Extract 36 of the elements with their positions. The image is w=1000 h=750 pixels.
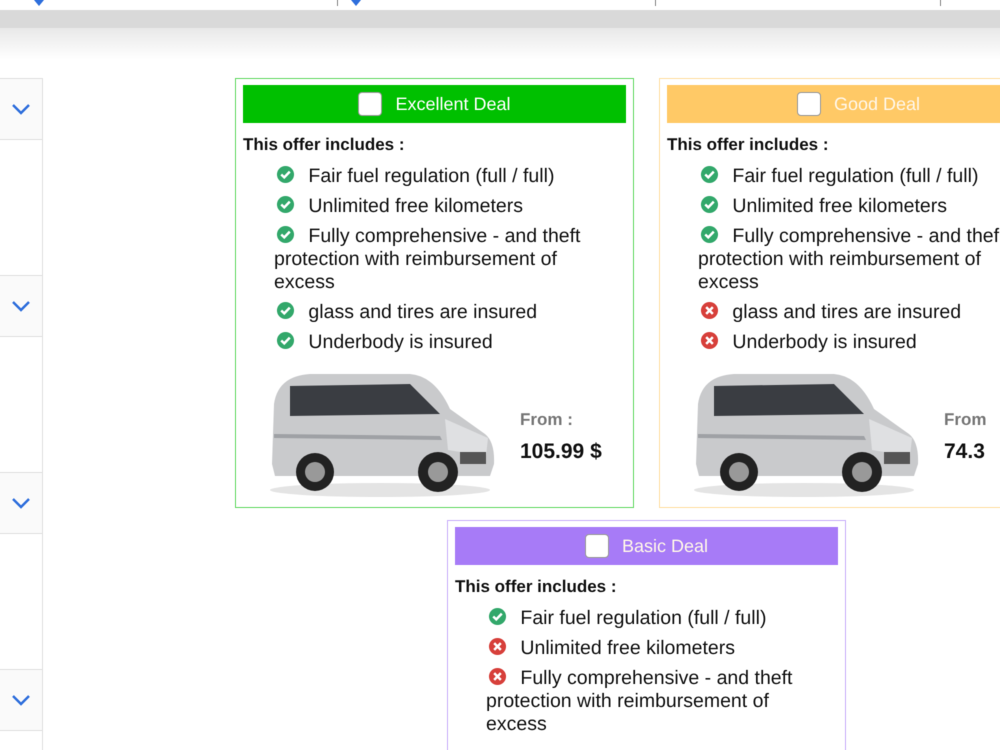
- offer-heading: This offer includes :: [455, 577, 618, 597]
- price-label: From: [944, 410, 986, 430]
- chevron-button[interactable]: [0, 78, 43, 140]
- feature-text: Fully comprehensive - and theft protection with reimbursement of excess: [274, 225, 582, 294]
- feature-text: glass and tires are insured: [274, 301, 594, 324]
- deal-title: Excellent Deal: [395, 94, 511, 114]
- feature-text: Fair fuel regulation (full / full): [274, 165, 594, 188]
- offer-heading: This offer includes :: [243, 135, 406, 155]
- feature-text: glass and tires are insured: [698, 301, 1000, 324]
- deal-title: Basic Deal: [622, 536, 708, 556]
- price-label: From :: [520, 410, 574, 430]
- checkbox[interactable]: [584, 534, 609, 558]
- feature-text: Underbody is insured: [274, 331, 594, 354]
- chevron-down-icon: [11, 103, 31, 115]
- caret-icon[interactable]: [33, 0, 45, 6]
- chevron-down-icon: [11, 300, 31, 312]
- feature-text: Fully comprehensive - and theft protection with reimbursement of excess: [486, 667, 794, 736]
- chevron-down-icon: [11, 497, 31, 509]
- feature-text: Fully comprehensive - and thef protection with reimbursement of excess: [698, 225, 1000, 294]
- price-value: 74.3: [944, 440, 986, 464]
- deal-title: Good Deal: [834, 94, 920, 114]
- feature-text: Unlimited free kilometers: [486, 637, 806, 660]
- chevron-down-icon: [11, 694, 31, 706]
- feature-text: Fair fuel regulation (full / full): [698, 165, 1000, 188]
- chevron-button[interactable]: [0, 472, 43, 534]
- feature-text: Fair fuel regulation (full / full): [486, 607, 806, 630]
- feature-text: Underbody is insured: [698, 331, 1000, 354]
- checkbox[interactable]: [796, 92, 821, 116]
- feature-text: Unlimited free kilometers: [698, 195, 1000, 218]
- chevron-button[interactable]: [0, 669, 43, 731]
- caret-icon[interactable]: [350, 0, 362, 6]
- checkbox[interactable]: [358, 92, 382, 116]
- feature-text: Unlimited free kilometers: [274, 195, 594, 218]
- chevron-button[interactable]: [0, 275, 43, 337]
- offer-heading: This offer includes :: [667, 135, 830, 155]
- price-value: 105.99 $: [520, 440, 602, 464]
